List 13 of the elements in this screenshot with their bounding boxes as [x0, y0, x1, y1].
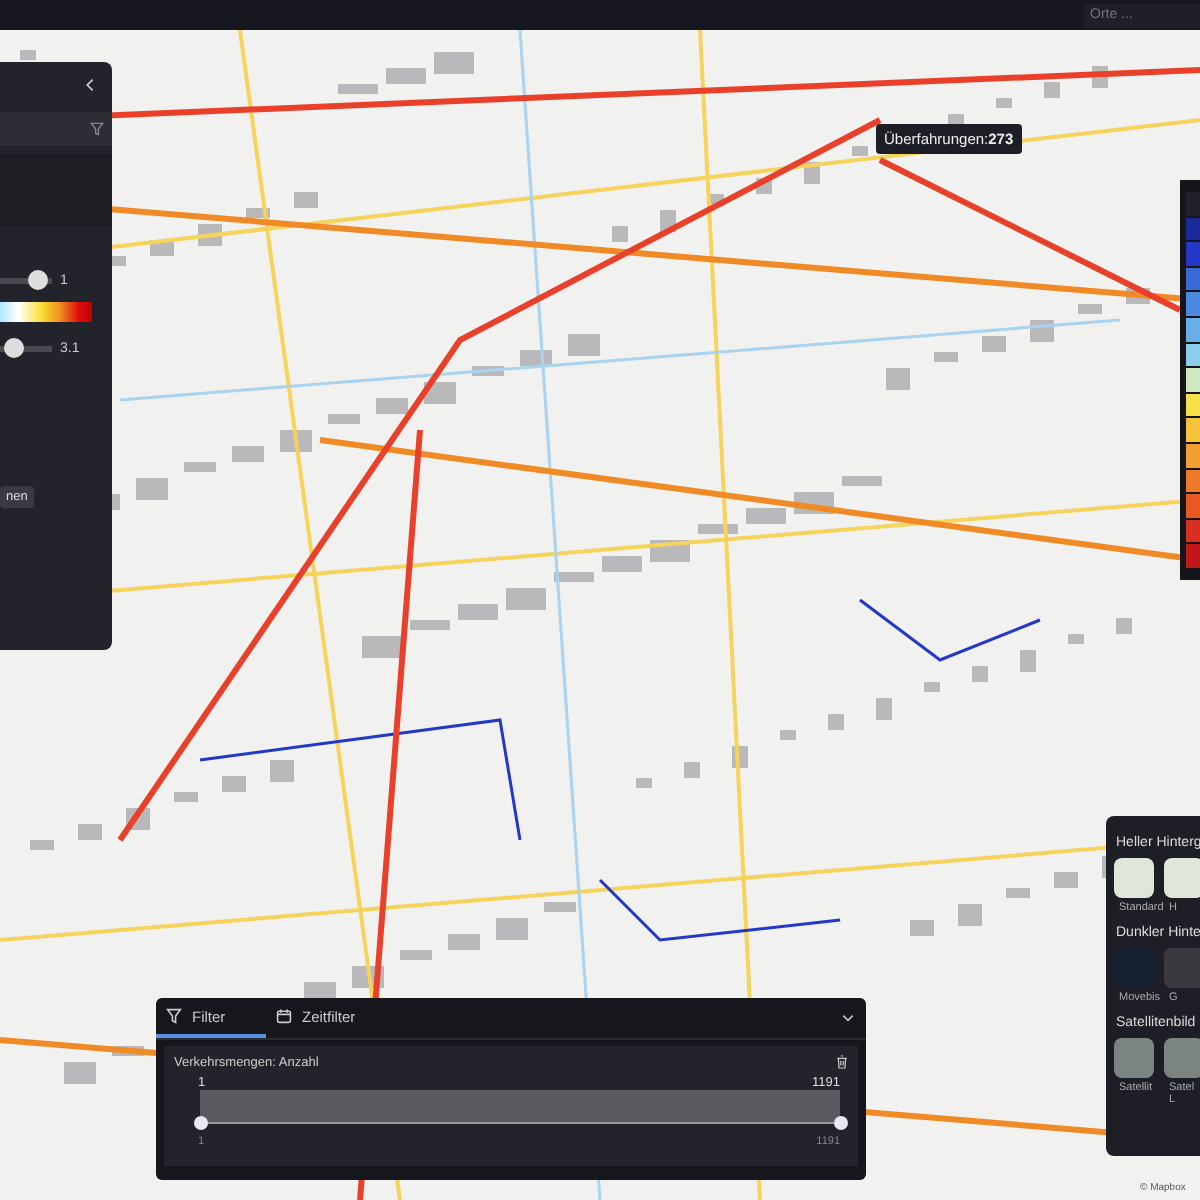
range-slider-thumb[interactable]	[833, 1116, 847, 1130]
color-scale-bar	[0, 302, 92, 322]
filter-icon	[166, 1008, 182, 1024]
collapse-chevron-icon[interactable]	[842, 1014, 854, 1022]
slider-thumb[interactable]	[28, 270, 49, 290]
collapse-chevron-icon[interactable]	[86, 78, 94, 92]
filter-icon[interactable]	[90, 122, 104, 136]
trash-icon[interactable]	[836, 1054, 848, 1070]
slider[interactable]	[0, 270, 52, 290]
slider-thumb[interactable]	[4, 338, 25, 358]
calendar-icon	[276, 1008, 292, 1024]
range-slider-thumb[interactable]	[193, 1116, 207, 1130]
dropdown-field[interactable]	[0, 112, 112, 146]
